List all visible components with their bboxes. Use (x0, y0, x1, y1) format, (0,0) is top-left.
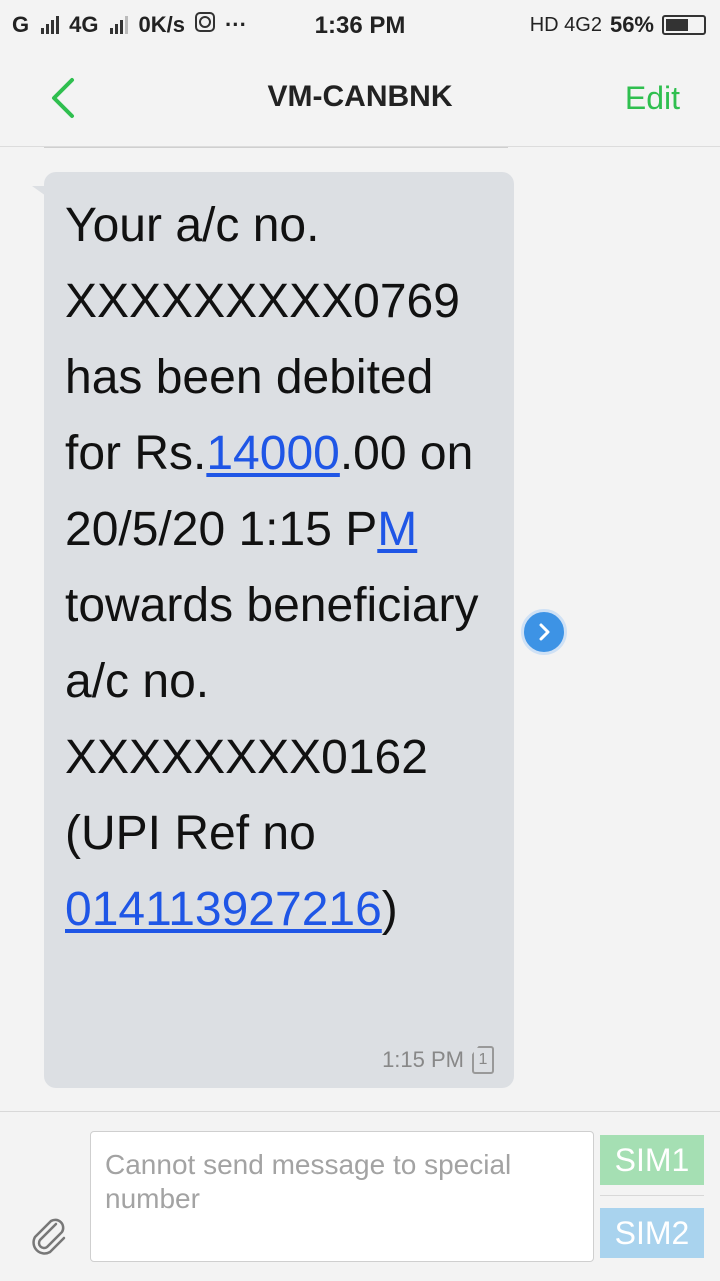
message-text: Your a/c no. XXXXXXXXX0769 has been debi… (65, 188, 494, 948)
message-meta: 1:15 PM 1 (382, 1046, 494, 1074)
m-link[interactable]: M (377, 503, 417, 556)
message-text-part-4: ) (381, 883, 398, 936)
battery-icon (662, 15, 706, 35)
status-bar: G 4G 0K/s ··· 1:36 PM HD 4G2 56% (0, 0, 720, 50)
status-right: HD 4G2 56% (530, 12, 706, 38)
battery-percent: 56% (609, 12, 654, 37)
network-type: HD 4G2 (529, 13, 602, 36)
composer-bar: Cannot send message to special number SI… (0, 1111, 720, 1281)
edit-button[interactable]: Edit (625, 80, 680, 117)
sim1-send-button[interactable]: SIM1 (600, 1135, 704, 1185)
message-bubble[interactable]: Your a/c no. XXXXXXXXX0769 has been debi… (44, 172, 514, 1088)
message-text-part-3: towards beneficiary a/c no. XXXXXXXX0162… (65, 503, 506, 860)
ref-number-link[interactable]: 014113927216 (65, 883, 382, 936)
paperclip-icon[interactable] (26, 1212, 70, 1256)
divider (44, 147, 508, 148)
message-time: 1:15 PM (382, 1047, 464, 1072)
conversation-header: VM-CANBNK Edit (0, 50, 720, 147)
sim-divider (600, 1195, 704, 1196)
chevron-right-icon (539, 623, 550, 641)
forward-button[interactable] (521, 609, 567, 655)
sim-card-icon: 1 (472, 1046, 494, 1074)
amount-link[interactable]: 14000 (206, 427, 339, 480)
conversation-area[interactable]: Your a/c no. XXXXXXXXX0769 has been debi… (0, 147, 720, 1111)
message-input[interactable]: Cannot send message to special number (90, 1131, 594, 1262)
page-title: VM-CANBNK (267, 80, 453, 113)
sim2-send-button[interactable]: SIM2 (600, 1208, 704, 1258)
